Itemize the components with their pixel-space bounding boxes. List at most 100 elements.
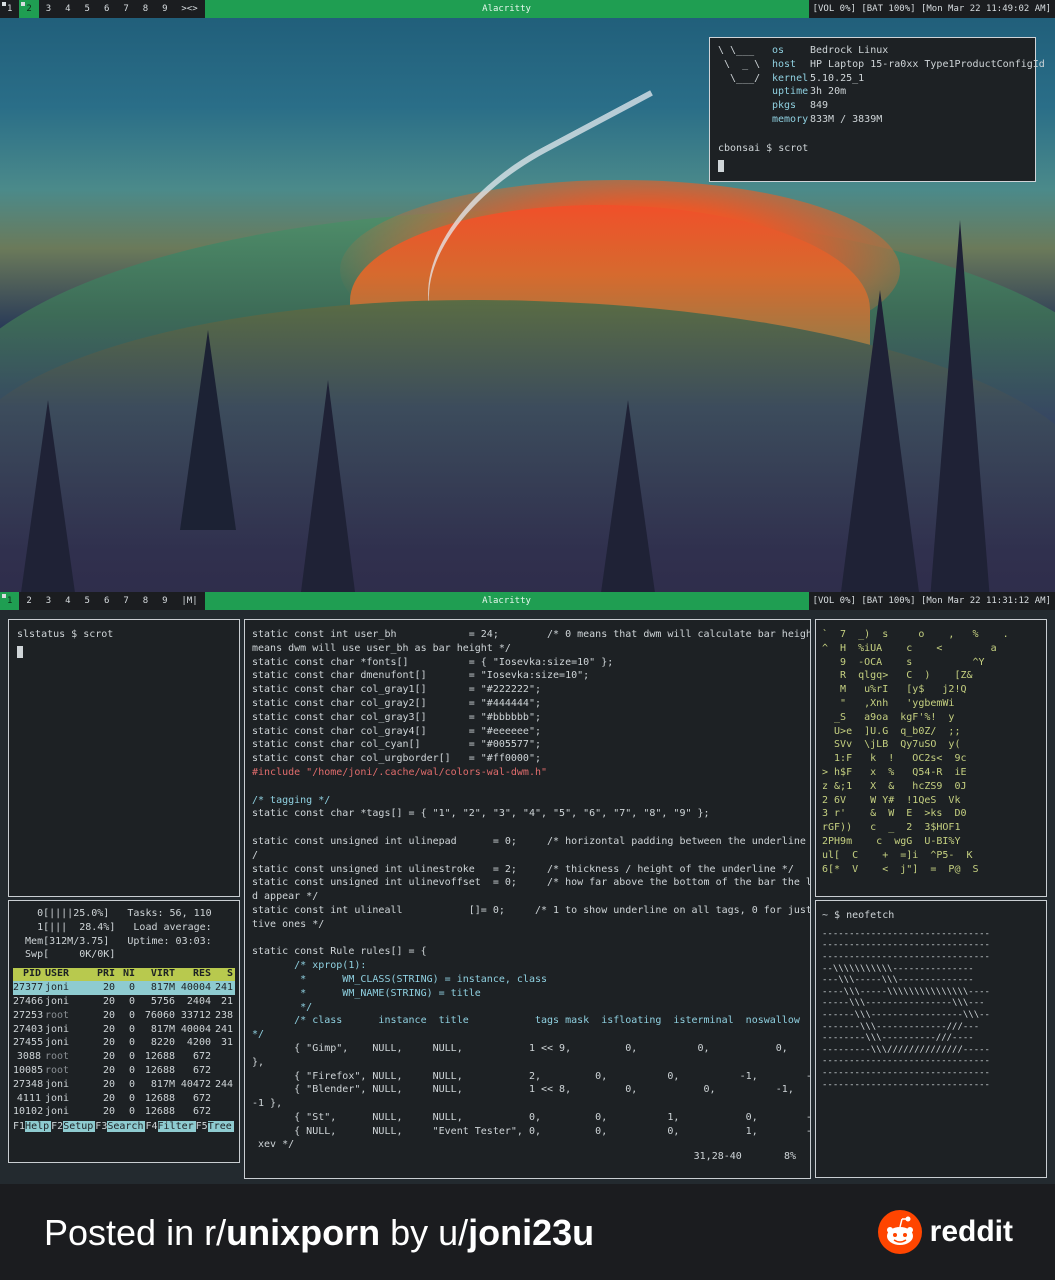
tag-9[interactable]: 9 <box>155 0 174 18</box>
subreddit-link[interactable]: unixporn <box>226 1212 380 1253</box>
terminal-neofetch[interactable]: ~ $ neofetch ---------------------------… <box>815 900 1047 1178</box>
process-cell: 672 <box>192 1106 211 1118</box>
cursor <box>17 646 23 659</box>
tag-5[interactable]: 5 <box>78 592 97 610</box>
process-cell: 12688 <box>144 1106 175 1118</box>
process-cell: 40472 <box>180 1078 211 1090</box>
col-res[interactable]: RES <box>175 968 211 981</box>
code-line: static const char *tags[] = { "1", "2", … <box>252 808 710 820</box>
terminal-prompt[interactable]: cbonsai $ scrot <box>718 142 808 175</box>
process-cell: 0 <box>128 1037 135 1049</box>
prompt-text: ~ $ neofetch <box>822 910 895 921</box>
fkey-key[interactable]: F4 <box>145 1121 157 1132</box>
tag-1[interactable]: 1 <box>0 592 20 610</box>
process-row[interactable]: 27455 joni 20 0 8220 4200 31 <box>13 1036 235 1050</box>
process-row[interactable]: 10085 root 20 0 12688 672 <box>13 1064 235 1078</box>
col-pid[interactable]: PID <box>13 968 41 981</box>
tag-3[interactable]: 3 <box>39 0 58 18</box>
fkey-key[interactable]: F1 <box>13 1121 25 1132</box>
process-cell: 238 <box>214 1009 233 1021</box>
terminal-matrix[interactable]: ` 7 _) s o , % . ^ H %iUA c < a 9 -OCA s… <box>815 619 1047 897</box>
process-cell: joni <box>45 1106 70 1118</box>
htop-meters: 0[||||25.0%] Tasks: 56, 110 1[||| 28.4%]… <box>25 908 212 961</box>
fkey-label[interactable]: Search <box>107 1121 146 1133</box>
sysinfo-values: Bedrock Linux HP Laptop 15-ra0xx Type1Pr… <box>810 45 1045 125</box>
fkey-key[interactable]: F2 <box>51 1121 63 1132</box>
process-cell: 20 <box>102 1023 115 1035</box>
process-cell: 817M <box>150 1023 175 1035</box>
fkey-label[interactable]: Tree <box>207 1121 234 1133</box>
fkey-label[interactable]: Help <box>25 1121 52 1133</box>
bottom-screen: 1 2 3 4 5 6 7 8 9 |M| Alacritty [VOL 0%]… <box>0 592 1055 1184</box>
terminal-editor[interactable]: static const int user_bh = 24; /* 0 mean… <box>244 619 811 1179</box>
process-cell: 672 <box>192 1092 211 1104</box>
code-line: d appear */ <box>252 891 319 903</box>
process-row[interactable]: 4111 joni 20 0 12688 672 <box>13 1092 235 1106</box>
process-cell: joni <box>45 1078 70 1090</box>
process-row[interactable]: 3088 root 20 0 12688 672 <box>13 1050 235 1064</box>
code-line: tive ones */ <box>252 918 325 930</box>
code-line: * WM_NAME(STRING) = title <box>252 987 481 999</box>
window-title: Alacritty <box>204 592 809 610</box>
tag-5[interactable]: 5 <box>78 0 97 18</box>
layout-symbol[interactable]: ><> <box>175 0 205 18</box>
tag-4[interactable]: 4 <box>58 0 77 18</box>
fkey-label[interactable]: Setup <box>63 1121 96 1133</box>
reddit-alien-icon <box>877 1210 922 1254</box>
tag-9[interactable]: 9 <box>155 592 174 610</box>
process-row[interactable]: 10102 joni 20 0 12688 672 <box>13 1105 235 1119</box>
fkey-key[interactable]: F3 <box>95 1121 107 1132</box>
process-cell: 20 <box>102 995 115 1007</box>
tag-6[interactable]: 6 <box>97 0 116 18</box>
tag-2[interactable]: 2 <box>19 0 39 18</box>
terminal-slstatus[interactable]: slstatus $ scrot <box>8 619 240 897</box>
code-line: */ <box>252 1029 265 1041</box>
process-cell: 20 <box>102 1092 115 1104</box>
user-link[interactable]: joni23u <box>468 1212 594 1253</box>
code-line: /* tagging */ <box>252 794 331 806</box>
reddit-wordmark: reddit <box>929 1215 1013 1248</box>
process-cell: 20 <box>102 1078 115 1090</box>
process-row[interactable]: 27377 joni 20 0 817M 40004 241 <box>13 981 235 995</box>
layout-symbol[interactable]: |M| <box>175 592 205 610</box>
process-cell: 33712 <box>180 1009 211 1021</box>
process-row[interactable]: 27403 joni 20 0 817M 40004 241 <box>13 1023 235 1037</box>
tag-7[interactable]: 7 <box>116 0 135 18</box>
reddit-footer: Posted in r/unixporn by u/joni23u reddit <box>0 1184 1055 1280</box>
process-cell: 0 <box>128 995 135 1007</box>
tag-4[interactable]: 4 <box>58 592 77 610</box>
fkey-key[interactable]: F5 <box>196 1121 208 1132</box>
process-row[interactable]: 27253 root 20 0 76060 33712 238 <box>13 1009 235 1023</box>
fkey-label[interactable]: Filter <box>157 1121 196 1133</box>
tag-7[interactable]: 7 <box>116 592 135 610</box>
process-cell: joni <box>45 1023 70 1035</box>
col-user[interactable]: USER <box>41 968 91 981</box>
tag-8[interactable]: 8 <box>136 0 155 18</box>
reddit-logo[interactable]: reddit <box>877 1210 1013 1254</box>
tag-list: 1 2 3 4 5 6 7 8 9 <box>0 0 175 18</box>
process-cell: 5756 <box>150 995 175 1007</box>
code-line: static const char dmenufont[] = "Iosevka… <box>252 670 590 682</box>
tag-3[interactable]: 3 <box>39 592 58 610</box>
wallpaper-tree <box>930 220 990 592</box>
col-s[interactable]: S <box>211 968 233 981</box>
col-virt[interactable]: VIRT <box>135 968 175 981</box>
terminal-htop[interactable]: 0[||||25.0%] Tasks: 56, 110 1[||| 28.4%]… <box>8 900 240 1163</box>
col-ni[interactable]: NI <box>115 968 135 981</box>
prompt-text: cbonsai $ scrot <box>718 143 809 154</box>
tag-2[interactable]: 2 <box>19 592 38 610</box>
random-characters: ` 7 _) s o , % . ^ H %iUA c < a 9 -OCA s… <box>822 629 1009 875</box>
col-pri[interactable]: PRI <box>91 968 115 981</box>
code-buffer[interactable]: static const int user_bh = 24; /* 0 mean… <box>252 628 810 1152</box>
process-cell: 8220 <box>150 1037 175 1049</box>
process-row[interactable]: 27466 joni 20 0 5756 2404 21 <box>13 995 235 1009</box>
tag-1[interactable]: 1 <box>0 0 19 18</box>
process-cell <box>211 1050 233 1064</box>
posted-in-label: Posted in r/ <box>44 1212 227 1253</box>
window-title: Alacritty <box>204 0 809 18</box>
floating-terminal[interactable]: \ \___ \ _ \ \___/ os host kernel uptime… <box>709 37 1045 182</box>
process-row[interactable]: 27348 joni 20 0 817M 40472 244 <box>13 1078 235 1092</box>
tag-8[interactable]: 8 <box>136 592 155 610</box>
code-line: }, <box>252 1056 265 1068</box>
tag-6[interactable]: 6 <box>97 592 116 610</box>
